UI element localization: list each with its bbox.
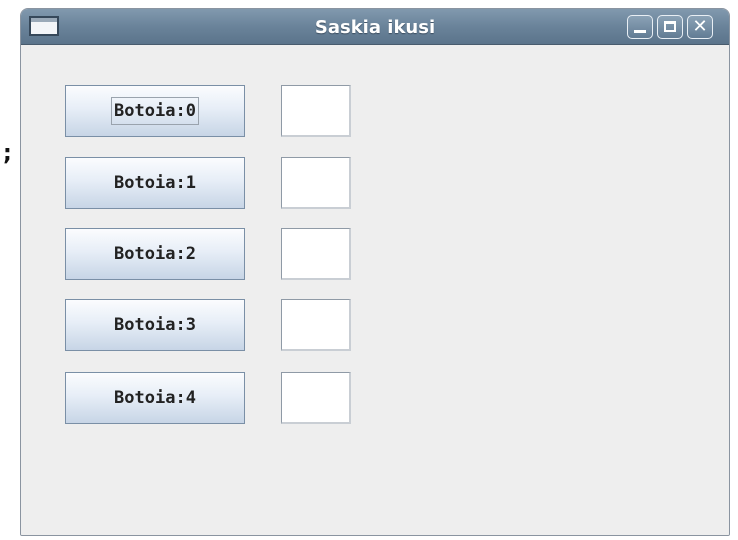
text-field-2[interactable] (281, 228, 351, 280)
maximize-icon (664, 21, 676, 32)
window-title: Saskia ikusi (314, 17, 436, 38)
button-row: Botoia:1 (65, 157, 365, 209)
minimize-icon (634, 30, 646, 33)
maximize-button[interactable] (657, 15, 683, 39)
close-icon: ✕ (692, 16, 708, 37)
stray-semicolon: ; (3, 141, 12, 166)
text-field-1[interactable] (281, 157, 351, 209)
botoia-1-button[interactable]: Botoia:1 (65, 157, 245, 209)
button-label: Botoia:2 (114, 244, 196, 264)
button-row: Botoia:3 (65, 299, 365, 351)
title-bar[interactable]: Saskia ikusi ✕ (21, 9, 729, 45)
text-field-4[interactable] (281, 372, 351, 424)
close-button[interactable]: ✕ (687, 15, 713, 39)
button-label: Botoia:1 (114, 173, 196, 193)
button-row: Botoia:4 (65, 372, 365, 424)
botoia-4-button[interactable]: Botoia:4 (65, 372, 245, 424)
botoia-3-button[interactable]: Botoia:3 (65, 299, 245, 351)
content-panel: Botoia:0 Botoia:1 Botoia:2 Botoia:3 Boto (21, 45, 729, 535)
button-label: Botoia:0 (111, 97, 199, 125)
text-field-3[interactable] (281, 299, 351, 351)
botoia-0-button[interactable]: Botoia:0 (65, 85, 245, 137)
button-label: Botoia:3 (114, 315, 196, 335)
minimize-button[interactable] (627, 15, 653, 39)
app-window: Saskia ikusi ✕ Botoia:0 Botoia:1 Botoia:… (20, 8, 730, 536)
button-row: Botoia:2 (65, 228, 365, 280)
botoia-2-button[interactable]: Botoia:2 (65, 228, 245, 280)
button-label: Botoia:4 (114, 388, 196, 408)
button-row: Botoia:0 (65, 85, 365, 137)
text-field-0[interactable] (281, 85, 351, 137)
